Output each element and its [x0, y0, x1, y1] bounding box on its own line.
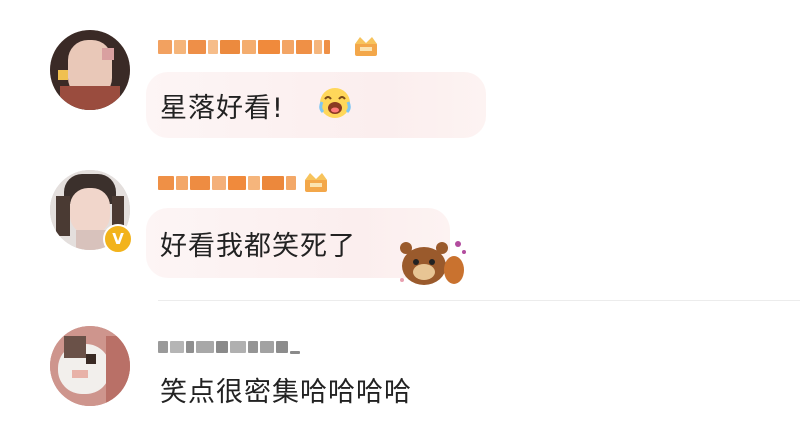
username-1-blurred[interactable]: [158, 36, 332, 58]
crown-icon: [355, 37, 377, 56]
verified-v-icon: V: [103, 224, 133, 254]
comment-text-2: 好看我都笑死了: [160, 231, 356, 262]
crying-laughing-face-icon: [319, 88, 351, 118]
comment-text-3: 笑点很密集哈哈哈哈: [160, 377, 412, 408]
user-avatar-3[interactable]: [50, 326, 130, 406]
username-2-blurred[interactable]: [158, 172, 298, 194]
comment-text-1: 星落好看!: [160, 93, 284, 124]
comment-item-1: 星落好看!: [0, 0, 800, 150]
crown-icon: [305, 173, 327, 192]
comment-item-2: V 好看我都笑死了: [0, 150, 800, 300]
bear-sticker-icon: [400, 241, 466, 285]
username-3-blurred[interactable]: [158, 336, 302, 358]
user-avatar-1[interactable]: [50, 30, 130, 110]
comment-item-3: 笑点很密集哈哈哈哈: [0, 300, 800, 427]
